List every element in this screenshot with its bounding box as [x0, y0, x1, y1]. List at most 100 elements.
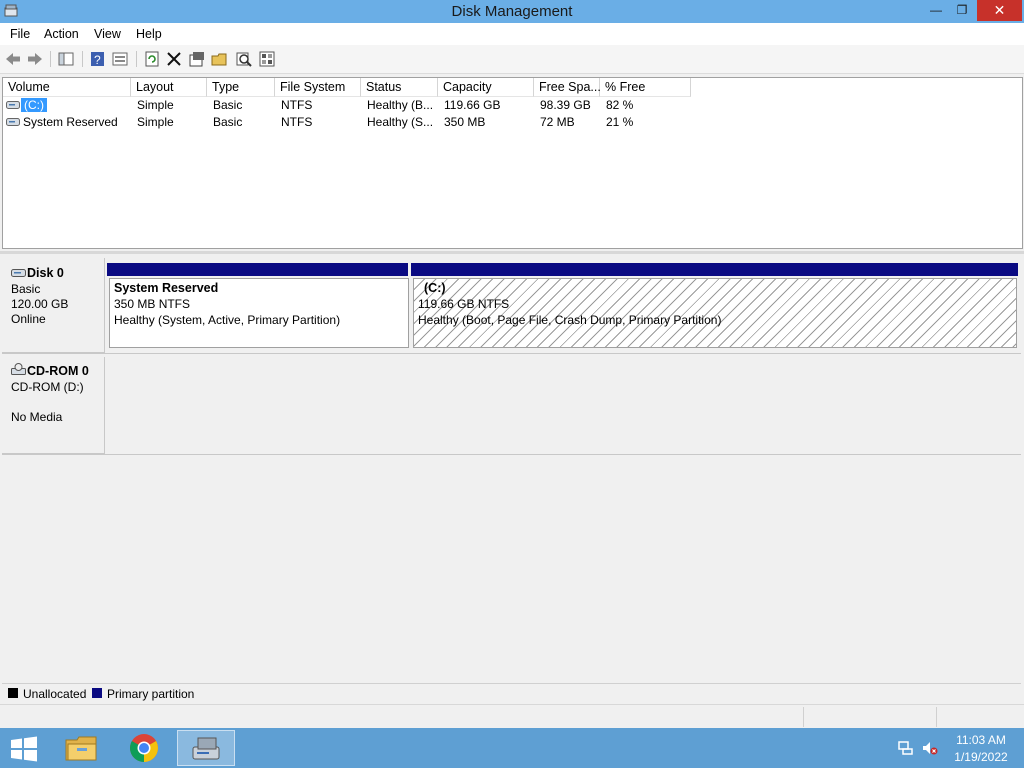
network-icon[interactable]: [898, 740, 914, 756]
column-header-volume[interactable]: Volume: [3, 78, 131, 97]
file-explorer-button[interactable]: [55, 730, 109, 766]
chrome-button[interactable]: [117, 730, 171, 766]
partition-name: (C:): [424, 281, 446, 295]
cell-layout: Simple: [137, 115, 174, 129]
cell-percent-free: 82 %: [606, 98, 634, 112]
status-segment: [803, 707, 804, 727]
status-segment: [936, 707, 937, 727]
disk-type: Basic: [11, 282, 41, 296]
disk-icon: [11, 269, 26, 277]
partition-c-drive[interactable]: (C:) 119.66 GB NTFS Healthy (Boot, Page …: [413, 278, 1017, 348]
refresh-icon[interactable]: [143, 50, 161, 68]
column-header-percent-free[interactable]: % Free: [600, 78, 691, 97]
disk-management-taskbar-button[interactable]: [177, 730, 235, 766]
table-row[interactable]: (C:) Simple Basic NTFS Healthy (B... 119…: [3, 97, 1022, 114]
cell-type: Basic: [213, 98, 243, 112]
open-icon[interactable]: [211, 50, 229, 68]
disk-0-label[interactable]: Disk 0 Basic 120.00 GB Online: [2, 258, 105, 353]
cdrom-icon: [11, 363, 26, 375]
cell-file-system: NTFS: [281, 98, 313, 112]
cell-free-space: 98.39 GB: [540, 98, 591, 112]
windows-start-icon[interactable]: [10, 736, 38, 762]
chrome-icon: [130, 734, 158, 762]
column-header-layout[interactable]: Layout: [131, 78, 207, 97]
cell-free-space: 72 MB: [540, 115, 575, 129]
taskbar: 11:03 AM 1/19/2022: [0, 728, 1024, 768]
close-button[interactable]: ✕: [977, 0, 1022, 21]
cdrom-0-label[interactable]: CD-ROM 0 CD-ROM (D:) No Media: [2, 357, 105, 454]
menu-file[interactable]: File: [10, 27, 30, 41]
divider: [2, 353, 1021, 354]
cell-layout: Simple: [137, 98, 174, 112]
table-row[interactable]: System Reserved Simple Basic NTFS Health…: [3, 114, 1022, 131]
menu-help[interactable]: Help: [136, 27, 162, 41]
column-header-type[interactable]: Type: [207, 78, 275, 97]
disk-size: 120.00 GB: [11, 297, 69, 311]
menu-action[interactable]: Action: [44, 27, 79, 41]
legend-label-unallocated: Unallocated: [23, 687, 87, 701]
disk-management-icon: [192, 737, 220, 760]
partition-name: System Reserved: [114, 281, 219, 295]
partition-size: 350 MB NTFS: [114, 297, 191, 311]
column-header-free-space[interactable]: Free Spa...: [534, 78, 601, 97]
forward-icon[interactable]: [26, 50, 44, 68]
divider: [2, 454, 1021, 455]
disk-name: Disk 0: [27, 266, 64, 280]
back-icon[interactable]: [4, 50, 22, 68]
clock-time[interactable]: 11:03 AM: [946, 733, 1016, 747]
title-bar: Disk Management — ❐ ✕: [0, 0, 1024, 23]
rescan-icon[interactable]: [235, 50, 253, 68]
cell-type: Basic: [213, 115, 243, 129]
toolbar-separator: [50, 51, 51, 67]
drive-icon: [6, 101, 20, 109]
show-hide-console-tree-icon[interactable]: [57, 50, 75, 68]
clock-date[interactable]: 1/19/2022: [946, 750, 1016, 764]
column-header-capacity[interactable]: Capacity: [438, 78, 534, 97]
disk-name: CD-ROM 0: [27, 364, 89, 378]
toolbar-separator: [82, 51, 83, 67]
partition-status: Healthy (System, Active, Primary Partiti…: [114, 313, 341, 327]
partition-size: 119.66 GB NTFS: [418, 297, 510, 311]
volume-list[interactable]: Volume Layout Type File System Status Ca…: [2, 77, 1023, 249]
disk-state: No Media: [11, 410, 63, 424]
menu-bar: File Action View Help: [0, 23, 1024, 45]
delete-icon[interactable]: [165, 50, 183, 68]
column-header-status[interactable]: Status: [361, 78, 438, 97]
partition-system-reserved[interactable]: System Reserved 350 MB NTFS Healthy (Sys…: [109, 278, 409, 348]
svg-text:?: ?: [94, 53, 101, 67]
volume-name[interactable]: (C:): [21, 98, 47, 112]
cell-file-system: NTFS: [281, 115, 313, 129]
disk-type: CD-ROM (D:): [11, 380, 84, 394]
partition-header-bar: [411, 263, 1018, 276]
help-icon[interactable]: ?: [89, 50, 107, 68]
settings-icon[interactable]: [258, 50, 276, 68]
volume-muted-icon[interactable]: [922, 740, 938, 756]
drive-icon: [6, 118, 20, 126]
legend-swatch-primary: [92, 688, 102, 698]
toolbar: ?: [0, 45, 1024, 74]
cell-percent-free: 21 %: [606, 115, 634, 129]
cell-status: Healthy (S...: [367, 115, 434, 129]
restore-button[interactable]: ❐: [948, 0, 976, 21]
legend: Unallocated Primary partition: [2, 683, 1021, 704]
column-header-file-system[interactable]: File System: [275, 78, 361, 97]
cell-capacity: 350 MB: [444, 115, 486, 129]
graphical-disk-view: Disk 0 Basic 120.00 GB Online System Res…: [2, 256, 1021, 680]
volume-name[interactable]: System Reserved: [23, 115, 118, 129]
legend-swatch-unallocated: [8, 688, 18, 698]
partition-header-bar: [107, 263, 408, 276]
properties-icon[interactable]: [188, 50, 206, 68]
minimize-button[interactable]: —: [922, 0, 950, 21]
menu-view[interactable]: View: [94, 27, 121, 41]
file-explorer-icon: [65, 736, 97, 761]
status-bar: [0, 704, 1024, 729]
legend-label-primary: Primary partition: [107, 687, 195, 701]
cell-capacity: 119.66 GB: [444, 98, 501, 112]
disk-state: Online: [11, 312, 46, 326]
pane-splitter[interactable]: [0, 251, 1024, 254]
properties-list-icon[interactable]: [111, 50, 129, 68]
partition-status: Healthy (Boot, Page File, Crash Dump, Pr…: [418, 313, 722, 327]
window-title: Disk Management: [451, 3, 573, 20]
toolbar-separator: [136, 51, 137, 67]
cell-status: Healthy (B...: [367, 98, 434, 112]
